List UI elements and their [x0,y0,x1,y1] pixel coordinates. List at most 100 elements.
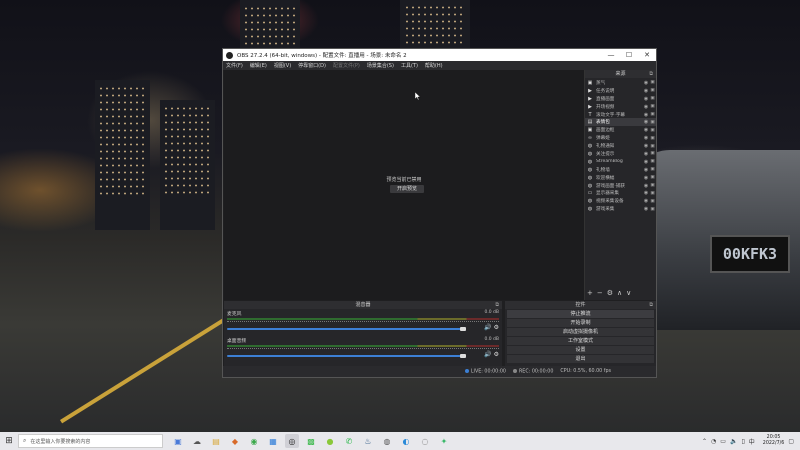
lock-icon[interactable]: ▣ [649,175,656,180]
menu-docks[interactable]: 停靠窗口(D) [298,62,326,69]
file-explorer-icon[interactable]: ▤ [209,434,223,448]
source-item[interactable]: ▭ 显示器采集 ◉ ▣ [585,189,656,197]
source-item[interactable]: ◍ 礼物通知 ◉ ▣ [585,142,656,150]
lock-icon[interactable]: ▣ [649,207,656,212]
source-item[interactable]: ◍ 游戏采集 ◉ ▣ [585,205,656,213]
windows-start-icon[interactable]: ⊞ [0,436,18,446]
lock-icon[interactable]: ▣ [649,167,656,172]
chevron-up-icon[interactable]: ⌃ [702,438,707,445]
source-item[interactable]: ▤ 表情包 ◉ ▣ [585,118,656,127]
input-method-icon[interactable]: 中 [749,437,755,446]
preview-area[interactable]: 预览当前已禁用 开启预览 [224,70,584,300]
start-recording-button[interactable]: 开始录制 [507,319,654,327]
source-item[interactable]: T 滚动文字·字幕 ◉ ▣ [585,111,656,119]
mixer-track: 麦克风 0.0 dB 🔊 ⚙ [224,309,502,336]
lock-icon[interactable]: ▣ [649,191,656,196]
source-item[interactable]: ◍ 礼物墙 ◉ ▣ [585,166,656,174]
menu-tools[interactable]: 工具(T) [401,62,418,69]
menu-edit[interactable]: 编辑(E) [250,62,267,69]
maximize-button[interactable]: ☐ [620,51,638,59]
source-item-label: 游戏画面·捕获 [596,183,626,189]
exit-button[interactable]: 退出 [507,355,654,363]
source-item[interactable]: ◍ 关注提示 ◉ ▣ [585,150,656,158]
network-icon[interactable]: ▭ [720,438,726,445]
lock-icon[interactable]: ▣ [649,112,656,117]
volume-slider-handle[interactable] [460,327,466,331]
app-icon[interactable]: ● [323,434,337,448]
title-bar[interactable]: OBS 27.2.4 (64-bit, windows) - 配置文件: 直播用… [223,49,656,61]
steam-icon[interactable]: ♨ [361,434,375,448]
source-item[interactable]: ◍ 游戏画面·捕获 ◉ ▣ [585,182,656,190]
remove-source-button[interactable]: − [597,289,603,297]
volume-slider[interactable] [227,355,462,357]
source-item[interactable]: ∞ 弹幕姬 ◉ ▣ [585,134,656,142]
app-icon[interactable]: ▦ [266,434,280,448]
dock-undock-icon[interactable]: ⧉ [495,301,499,309]
wechat-icon[interactable]: ✆ [342,434,356,448]
cloud-app-icon[interactable]: ☁ [190,434,204,448]
menu-file[interactable]: 文件(F) [226,62,243,69]
source-item[interactable]: ◍ StreamBlog ◉ ▣ [585,158,656,166]
speaker-icon[interactable]: 🔊 [484,351,491,358]
taskbar-clock[interactable]: 20:05 2022/7/6 [763,435,785,447]
image-icon: ▣ [587,79,593,86]
source-item[interactable]: ▶ 任务说明 ◉ ▣ [585,87,656,95]
source-item[interactable]: ▶ 直播画面 ◉ ▣ [585,95,656,103]
obs-taskbar-icon[interactable]: ◎ [285,434,299,448]
lock-icon[interactable]: ▣ [649,136,656,141]
gear-icon[interactable]: ⚙ [494,324,499,331]
app-icon[interactable]: ◐ [399,434,413,448]
tray-app-icon[interactable]: ◔ [711,438,716,445]
add-source-button[interactable]: + [587,289,593,297]
source-item[interactable]: ▣ 蒸气 ◉ ▣ [585,79,656,87]
task-view-icon[interactable]: ▣ [171,434,185,448]
source-properties-button[interactable]: ⚙ [607,289,613,297]
app-icon[interactable]: ◆ [228,434,242,448]
lock-icon[interactable]: ▣ [649,104,656,109]
lock-icon[interactable]: ▣ [649,183,656,188]
menu-scene-collection[interactable]: 场景集合(S) [367,62,394,69]
move-source-down-button[interactable]: ∨ [626,289,631,297]
minimize-button[interactable]: — [602,51,620,59]
lock-icon[interactable]: ▣ [649,128,656,133]
source-item[interactable]: ◍ 视频采集设备 ◉ ▣ [585,197,656,205]
studio-mode-button[interactable]: 工作室模式 [507,337,654,345]
app-icon[interactable]: ◍ [380,434,394,448]
stop-streaming-button[interactable]: 停止推流 [507,310,654,318]
volume-icon[interactable]: 🔈 [730,438,737,445]
volume-slider[interactable] [227,328,462,330]
app-icon[interactable]: ▩ [304,434,318,448]
obs-window[interactable]: OBS 27.2.4 (64-bit, windows) - 配置文件: 直播用… [222,48,657,378]
lock-icon[interactable]: ▣ [649,144,656,149]
sources-toolbar: + − ⚙ ∧ ∨ [587,289,631,297]
start-virtual-camera-button[interactable]: 启动虚拟摄像机 [507,328,654,336]
lock-icon[interactable]: ▣ [649,88,656,93]
dock-undock-icon[interactable]: ⧉ [649,301,653,309]
enable-preview-button[interactable]: 开启预览 [390,185,424,193]
lock-icon[interactable]: ▣ [649,120,656,125]
source-item[interactable]: ▣ 画面边框 ◉ ▣ [585,126,656,134]
volume-slider-handle[interactable] [460,354,466,358]
menu-view[interactable]: 视图(V) [274,62,291,69]
menu-help[interactable]: 帮助(H) [425,62,443,69]
close-button[interactable]: ✕ [638,51,656,59]
app-icon[interactable]: ◌ [418,434,432,448]
speaker-icon[interactable]: 🔊 [484,324,491,331]
chrome-icon[interactable]: ◉ [247,434,261,448]
source-item[interactable]: ◍ 欢迎横幅 ◉ ▣ [585,174,656,182]
settings-button[interactable]: 设置 [507,346,654,354]
app-icon[interactable]: ✦ [437,434,451,448]
move-source-up-button[interactable]: ∧ [617,289,622,297]
lock-icon[interactable]: ▣ [649,151,656,156]
gear-icon[interactable]: ⚙ [494,351,499,358]
lock-icon[interactable]: ▣ [649,96,656,101]
notification-icon[interactable]: ▢ [788,438,794,445]
lock-icon[interactable]: ▣ [649,80,656,85]
lock-icon[interactable]: ▣ [649,199,656,204]
menu-profile[interactable]: 配置文件(P) [333,62,360,69]
source-item[interactable]: ▶ 开场视频 ◉ ▣ [585,103,656,111]
dock-undock-icon[interactable]: ⧉ [649,70,653,78]
taskbar-search-box[interactable]: ⌕ 在这里输入你要搜索的内容 [18,434,163,448]
lock-icon[interactable]: ▣ [649,159,656,164]
battery-icon[interactable]: ▯ [741,438,744,445]
